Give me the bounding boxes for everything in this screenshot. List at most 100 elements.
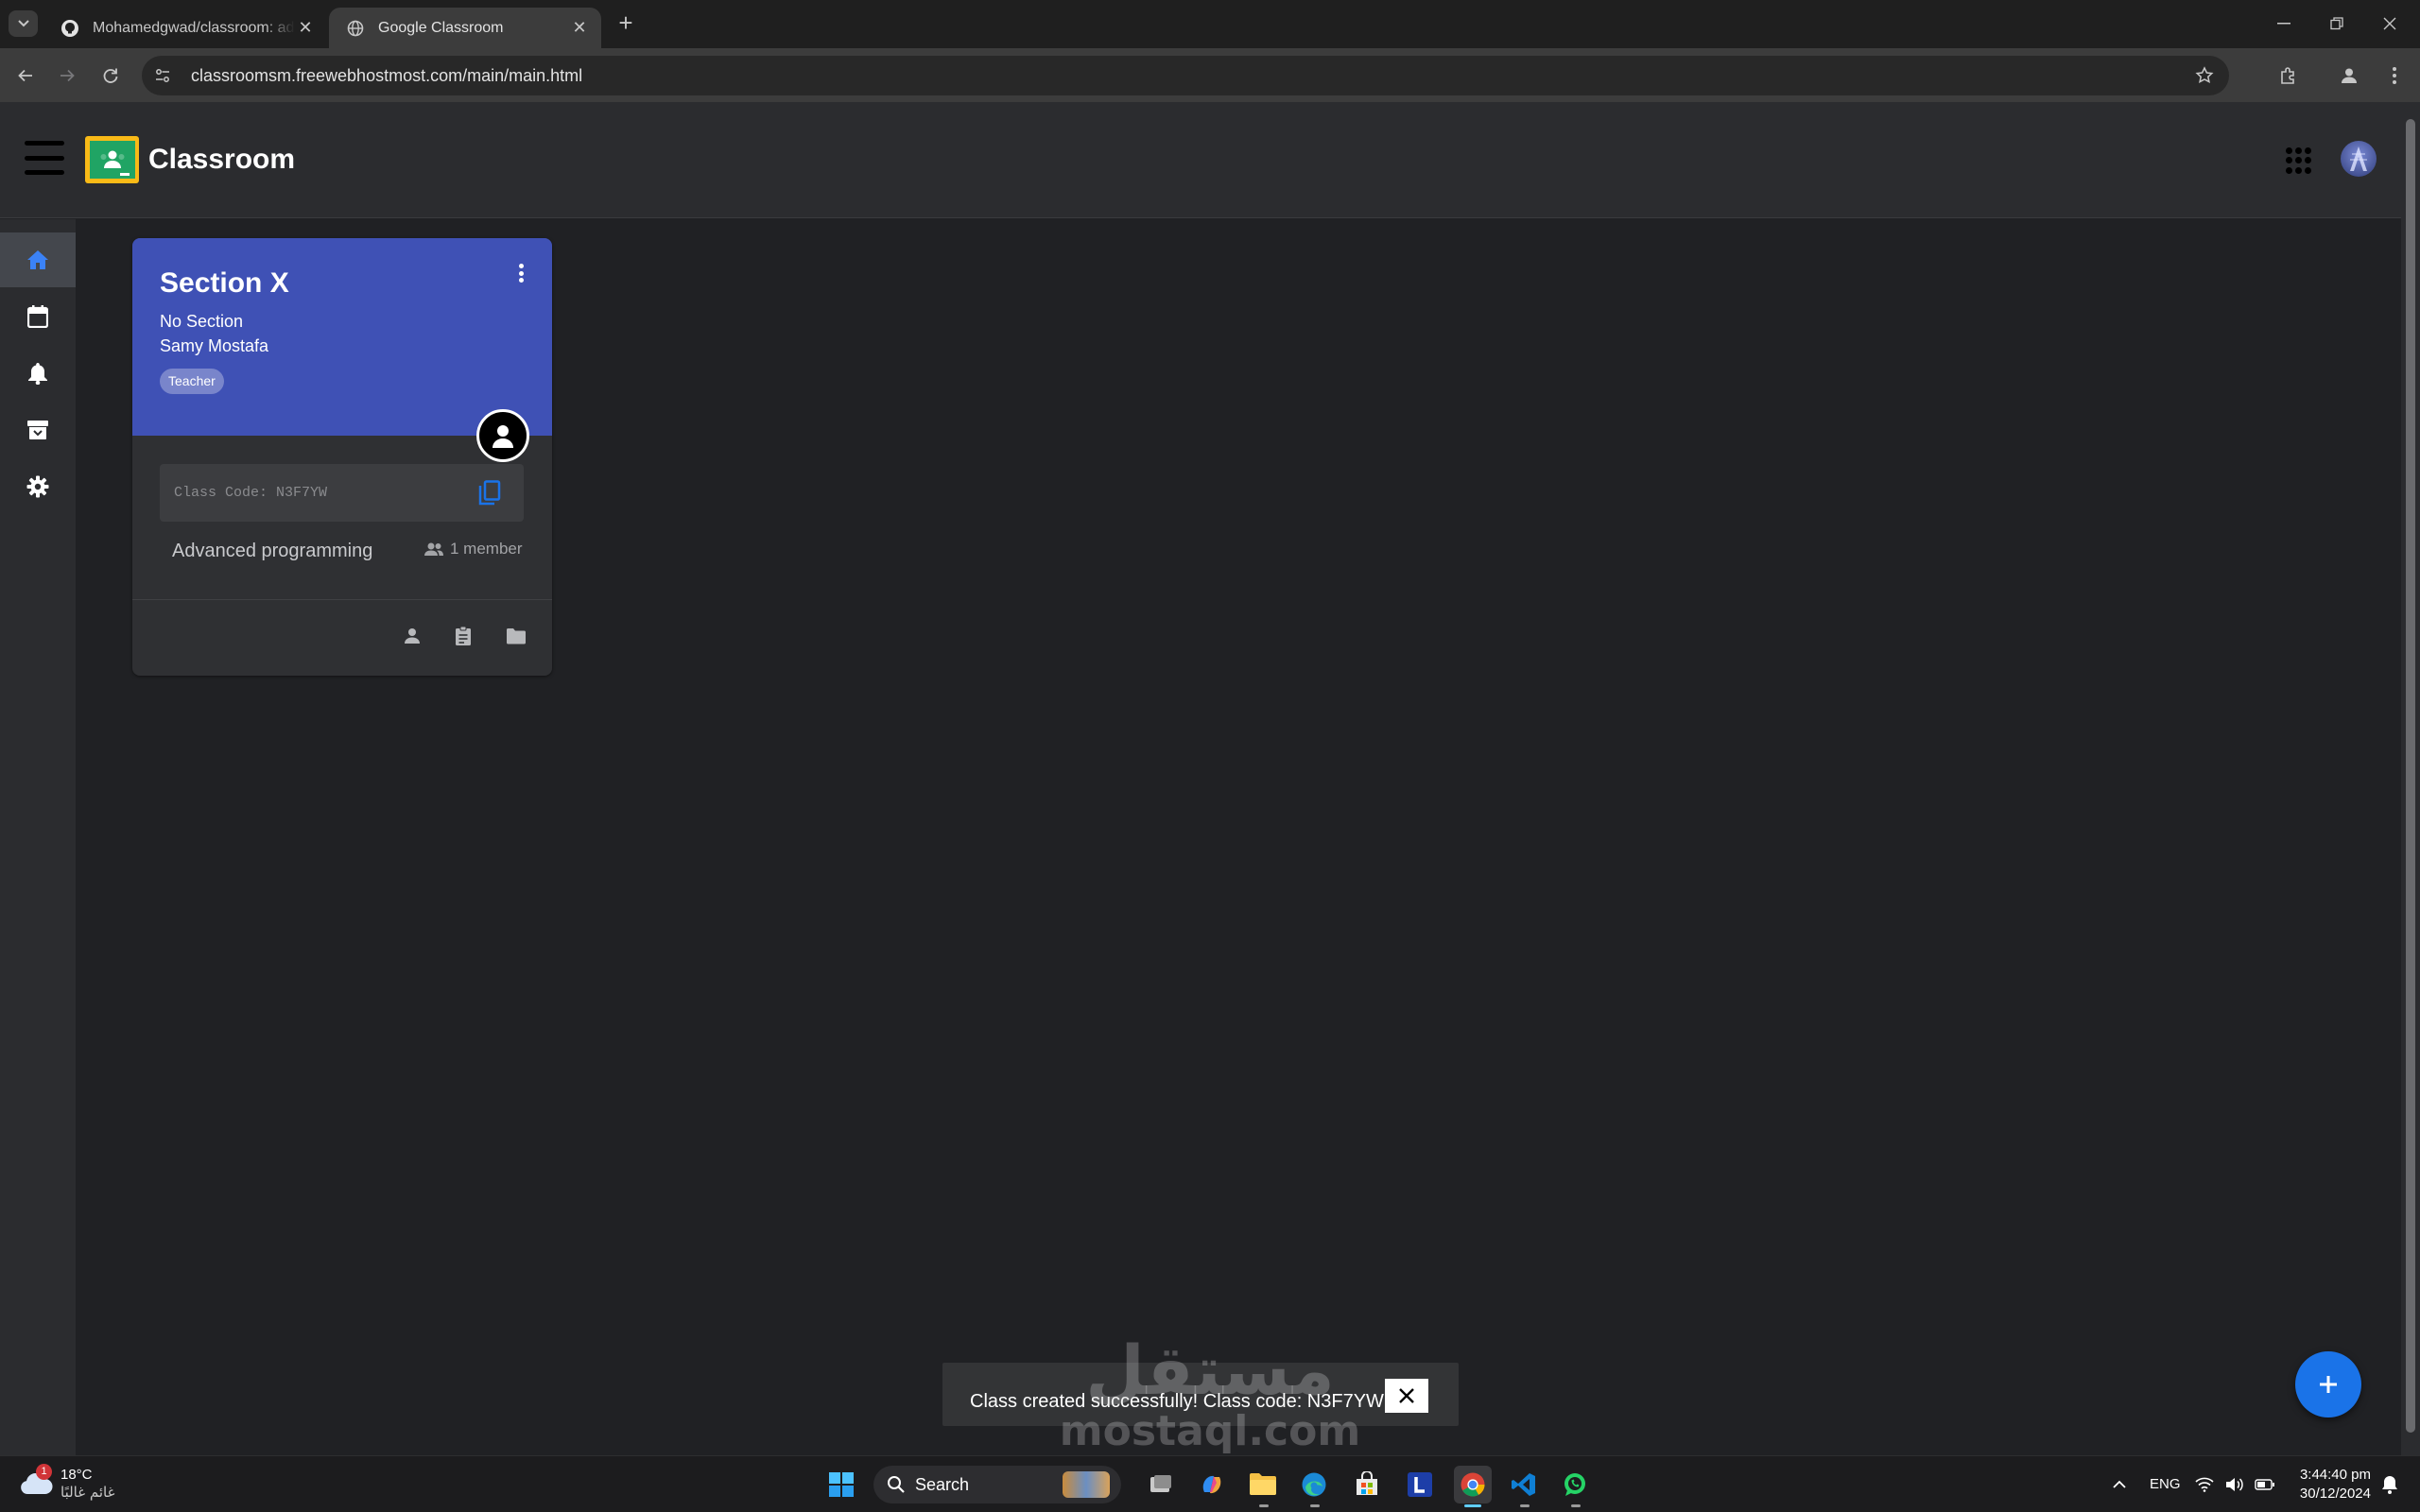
minimize-icon[interactable] bbox=[2265, 9, 2303, 38]
tab-title: Mohamedgwad/classroom: advanced programm… bbox=[93, 19, 295, 36]
bell-icon bbox=[28, 363, 47, 385]
restore-icon[interactable] bbox=[2318, 9, 2356, 38]
class-code-text: Class Code: N3F7YW bbox=[174, 485, 328, 501]
sidebar-item-calendar[interactable] bbox=[0, 289, 76, 344]
weather-badge: 1 bbox=[36, 1464, 52, 1480]
address-bar[interactable]: classroomsm.freewebhostmost.com/main/mai… bbox=[142, 56, 2229, 95]
copilot-icon[interactable] bbox=[1195, 1468, 1229, 1502]
bookmark-star-icon[interactable] bbox=[2193, 64, 2216, 87]
close-tab-icon[interactable]: ✕ bbox=[569, 18, 590, 39]
l-app-icon[interactable] bbox=[1403, 1468, 1437, 1502]
whatsapp-icon[interactable] bbox=[1558, 1468, 1592, 1502]
search-highlight-image bbox=[1063, 1471, 1110, 1498]
battery-icon[interactable] bbox=[2254, 1468, 2276, 1502]
class-title[interactable]: Section X bbox=[160, 267, 289, 300]
windows-start-icon[interactable] bbox=[824, 1468, 858, 1502]
plus-icon bbox=[2320, 1376, 2337, 1393]
classroom-logo bbox=[85, 136, 139, 183]
close-window-icon[interactable] bbox=[2371, 9, 2409, 38]
task-view-icon[interactable] bbox=[1144, 1468, 1178, 1502]
active-indicator bbox=[1464, 1504, 1481, 1507]
apps-grid-icon[interactable] bbox=[2286, 147, 2312, 174]
edge-icon[interactable] bbox=[1297, 1468, 1331, 1502]
weather-temperature: 18°C bbox=[60, 1467, 93, 1483]
archive-icon bbox=[27, 421, 48, 439]
clock-date: 30/12/2024 bbox=[2299, 1486, 2371, 1502]
cloud-icon: 1 bbox=[19, 1464, 53, 1498]
reload-icon[interactable] bbox=[96, 61, 125, 90]
calendar-icon bbox=[27, 305, 48, 328]
back-icon[interactable] bbox=[11, 61, 40, 90]
wifi-icon[interactable] bbox=[2193, 1468, 2216, 1502]
sidebar-item-archive[interactable] bbox=[0, 403, 76, 457]
app-header: Classroom bbox=[0, 102, 2401, 218]
people-icon bbox=[424, 540, 446, 558]
language-indicator[interactable]: ENG bbox=[2150, 1476, 2181, 1492]
class-card[interactable]: Section X No Section Samy Mostafa Teache… bbox=[132, 238, 552, 676]
person-icon[interactable] bbox=[399, 623, 425, 649]
sidebar-item-notifications[interactable] bbox=[0, 346, 76, 401]
class-subject: Advanced programming bbox=[172, 541, 373, 561]
tab-github[interactable]: Mohamedgwad/classroom: advanced programm… bbox=[43, 8, 327, 48]
vscode-icon[interactable] bbox=[1507, 1468, 1541, 1502]
profile-icon[interactable] bbox=[2335, 61, 2363, 90]
sidebar bbox=[0, 219, 76, 1455]
tab-search-button[interactable] bbox=[9, 10, 38, 37]
toast-notification: Class created successfully! Class code: … bbox=[942, 1363, 1459, 1426]
weather-condition: غائم غالبًا bbox=[60, 1484, 115, 1501]
teacher-avatar bbox=[476, 409, 529, 462]
chevron-down-icon bbox=[17, 20, 29, 27]
page-scrollbar[interactable] bbox=[2401, 102, 2420, 1455]
clock-time: 3:44:40 pm bbox=[2299, 1467, 2371, 1483]
windows-taskbar: 1 18°C غائم غالبًا Search ENG 3:44:40 pm… bbox=[0, 1455, 2420, 1512]
running-indicator bbox=[1259, 1504, 1269, 1507]
running-indicator bbox=[1520, 1504, 1530, 1507]
card-divider bbox=[132, 599, 552, 600]
create-class-button[interactable] bbox=[2295, 1351, 2361, 1418]
class-section: No Section bbox=[160, 312, 244, 331]
extensions-icon[interactable] bbox=[2274, 61, 2303, 90]
tab-google-classroom[interactable]: Google Classroom ✕ bbox=[329, 8, 601, 48]
browser-toolbar: classroomsm.freewebhostmost.com/main/mai… bbox=[0, 48, 2420, 102]
browser-menu-icon[interactable] bbox=[2380, 61, 2409, 90]
home-icon bbox=[27, 250, 48, 269]
user-avatar[interactable] bbox=[2341, 141, 2377, 177]
chrome-icon[interactable] bbox=[1454, 1466, 1492, 1503]
toast-close-button[interactable] bbox=[1385, 1379, 1428, 1413]
site-info-icon[interactable] bbox=[147, 60, 178, 91]
notification-bell-icon[interactable] bbox=[2377, 1468, 2403, 1502]
url-text: classroomsm.freewebhostmost.com/main/mai… bbox=[191, 65, 583, 85]
volume-icon[interactable] bbox=[2223, 1468, 2246, 1502]
weather-widget[interactable]: 1 18°C غائم غالبًا bbox=[19, 1464, 115, 1502]
forward-icon[interactable] bbox=[53, 61, 81, 90]
menu-icon[interactable] bbox=[25, 141, 64, 175]
file-explorer-icon[interactable] bbox=[1246, 1468, 1280, 1502]
sidebar-item-home[interactable] bbox=[0, 232, 76, 287]
globe-icon bbox=[346, 19, 365, 38]
copy-icon[interactable] bbox=[475, 479, 504, 507]
member-count: 1 member bbox=[424, 540, 523, 558]
settings-icon bbox=[26, 475, 49, 498]
more-options-icon[interactable] bbox=[510, 261, 531, 285]
system-clock[interactable]: 3:44:40 pm 30/12/2024 bbox=[2280, 1466, 2371, 1503]
teacher-name: Samy Mostafa bbox=[160, 336, 269, 355]
scrollbar-thumb[interactable] bbox=[2406, 119, 2415, 1433]
microsoft-store-icon[interactable] bbox=[1350, 1468, 1384, 1502]
browser-tab-strip: Mohamedgwad/classroom: advanced programm… bbox=[0, 0, 2420, 48]
chevron-up-icon[interactable] bbox=[2102, 1468, 2136, 1502]
new-tab-button[interactable]: + bbox=[614, 9, 637, 37]
running-indicator bbox=[1310, 1504, 1320, 1507]
sidebar-item-settings[interactable] bbox=[0, 459, 76, 514]
tab-title: Google Classroom bbox=[378, 19, 504, 36]
app-title: Classroom bbox=[148, 144, 296, 175]
folder-icon[interactable] bbox=[503, 623, 529, 649]
close-icon bbox=[1399, 1388, 1414, 1403]
toast-message: Class created successfully! Class code: … bbox=[970, 1391, 1384, 1412]
close-tab-icon[interactable]: ✕ bbox=[295, 18, 316, 39]
class-code-box: Class Code: N3F7YW bbox=[160, 464, 524, 522]
github-icon bbox=[60, 19, 79, 38]
assignment-icon[interactable] bbox=[450, 623, 476, 649]
taskbar-search-label: Search bbox=[915, 1474, 970, 1494]
taskbar-search[interactable]: Search bbox=[873, 1466, 1121, 1503]
member-count-label: 1 member bbox=[450, 540, 523, 558]
